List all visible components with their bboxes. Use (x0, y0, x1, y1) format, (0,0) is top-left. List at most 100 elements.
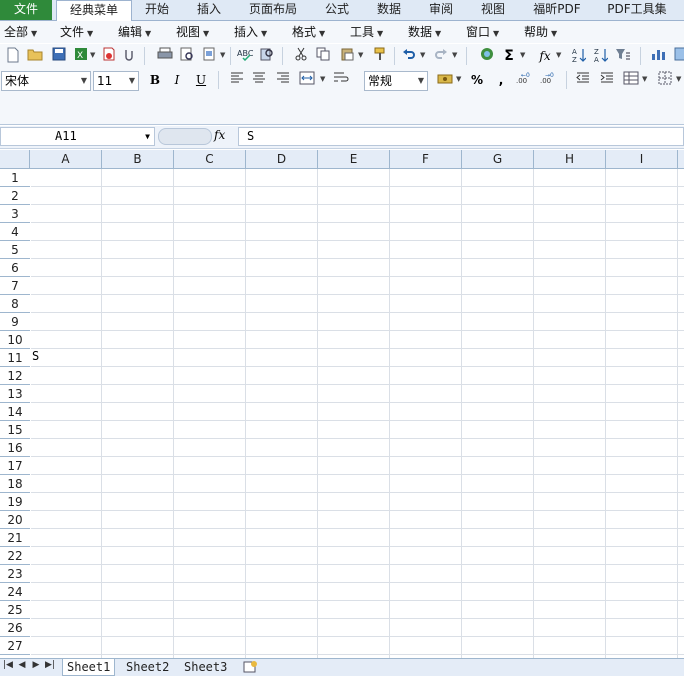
menu-format[interactable]: 格式 ▼ (292, 21, 325, 43)
row-header-9[interactable]: 9 (0, 313, 30, 331)
bold-button[interactable]: B (146, 71, 164, 89)
menu-data[interactable]: 数据 ▼ (408, 21, 441, 43)
row-header-21[interactable]: 21 (0, 529, 30, 547)
cell-styles-icon[interactable] (622, 71, 640, 89)
column-header-b[interactable]: B (102, 150, 174, 168)
row-header-14[interactable]: 14 (0, 403, 30, 421)
row-header-7[interactable]: 7 (0, 277, 30, 295)
row-header-1[interactable]: 1 (0, 169, 30, 187)
copy-icon[interactable] (314, 47, 332, 65)
column-header-i[interactable]: I (606, 150, 678, 168)
row-header-10[interactable]: 10 (0, 331, 30, 349)
tab-data[interactable]: 数据 (370, 0, 408, 20)
comma-button[interactable]: , (492, 71, 510, 89)
increase-indent-icon[interactable] (598, 71, 616, 89)
research-icon[interactable] (258, 47, 276, 65)
font-size-select[interactable]: 11 ▼ (93, 71, 139, 91)
print-preview-icon[interactable] (178, 47, 196, 65)
hyperlink-icon[interactable] (478, 47, 496, 65)
new-document-icon[interactable] (4, 47, 22, 65)
excel-export-icon[interactable]: X (72, 47, 90, 65)
currency-dropdown-icon[interactable]: ▼ (456, 75, 461, 83)
first-sheet-icon[interactable]: |◀ (2, 660, 14, 670)
row-header-6[interactable]: 6 (0, 259, 30, 277)
page-setup-dropdown-icon[interactable]: ▼ (220, 51, 225, 59)
tab-foxit-pdf[interactable]: 福昕PDF (526, 0, 588, 20)
drawing-icon[interactable] (672, 47, 684, 65)
row-header-18[interactable]: 18 (0, 475, 30, 493)
next-sheet-icon[interactable]: ▶ (30, 660, 42, 670)
print-icon[interactable] (156, 47, 174, 65)
menu-help[interactable]: 帮助 ▼ (524, 21, 557, 43)
row-header-20[interactable]: 20 (0, 511, 30, 529)
save-icon[interactable] (50, 47, 68, 65)
decrease-indent-icon[interactable] (574, 71, 592, 89)
currency-icon[interactable] (436, 71, 454, 89)
row-header-17[interactable]: 17 (0, 457, 30, 475)
function-dropdown-icon[interactable]: ▼ (556, 51, 561, 59)
prev-sheet-icon[interactable]: ◀ (16, 660, 28, 670)
row-header-25[interactable]: 25 (0, 601, 30, 619)
insert-function-icon[interactable]: fx (536, 47, 554, 65)
menu-view[interactable]: 视图 ▼ (176, 21, 209, 43)
column-header-h[interactable]: H (534, 150, 606, 168)
menu-window[interactable]: 窗口 ▼ (466, 21, 499, 43)
pdf-export-icon[interactable] (100, 47, 118, 65)
name-box[interactable]: A11 ▼ (0, 127, 155, 146)
format-painter-icon[interactable] (372, 47, 390, 65)
sheet-tab-sheet3[interactable]: Sheet3 (180, 659, 231, 675)
undo-icon[interactable] (400, 47, 418, 65)
font-name-select[interactable]: 宋体 ▼ (1, 71, 91, 91)
column-header-e[interactable]: E (318, 150, 390, 168)
underline-button[interactable]: U (192, 71, 210, 89)
tab-pdf-tools[interactable]: PDF工具集 (602, 0, 672, 20)
paste-icon[interactable] (338, 47, 356, 65)
column-header-c[interactable]: C (174, 150, 246, 168)
cell-styles-dropdown-icon[interactable]: ▼ (642, 75, 647, 83)
row-header-24[interactable]: 24 (0, 583, 30, 601)
row-header-13[interactable]: 13 (0, 385, 30, 403)
row-header-4[interactable]: 4 (0, 223, 30, 241)
sort-descending-icon[interactable]: ZA (592, 47, 610, 65)
row-header-2[interactable]: 2 (0, 187, 30, 205)
row-header-23[interactable]: 23 (0, 565, 30, 583)
column-header-g[interactable]: G (462, 150, 534, 168)
menu-insert[interactable]: 插入 ▼ (234, 21, 267, 43)
tab-page-layout[interactable]: 页面布局 (244, 0, 302, 20)
cut-icon[interactable] (292, 47, 310, 65)
undo-dropdown-icon[interactable]: ▼ (420, 51, 425, 59)
borders-dropdown-icon[interactable]: ▼ (676, 75, 681, 83)
autosum-dropdown-icon[interactable]: ▼ (520, 51, 525, 59)
last-sheet-icon[interactable]: ▶| (44, 660, 56, 670)
autosum-icon[interactable]: Σ (500, 47, 518, 65)
redo-icon[interactable] (432, 47, 450, 65)
row-header-22[interactable]: 22 (0, 547, 30, 565)
percent-button[interactable]: % (468, 71, 486, 89)
row-header-8[interactable]: 8 (0, 295, 30, 313)
spelling-icon[interactable]: ABC (236, 47, 254, 65)
wrap-text-icon[interactable] (332, 71, 350, 89)
export-dropdown-icon[interactable]: ▼ (90, 51, 95, 59)
row-header-26[interactable]: 26 (0, 619, 30, 637)
sheet-tab-sheet1[interactable]: Sheet1 (62, 659, 116, 676)
row-header-3[interactable]: 3 (0, 205, 30, 223)
row-header-19[interactable]: 19 (0, 493, 30, 511)
row-header-12[interactable]: 12 (0, 367, 30, 385)
align-left-icon[interactable] (228, 71, 246, 89)
menu-tools[interactable]: 工具 ▼ (350, 21, 383, 43)
tab-review[interactable]: 审阅 (422, 0, 460, 20)
menu-file[interactable]: 文件 ▼ (60, 21, 93, 43)
menu-edit[interactable]: 编辑 ▼ (118, 21, 151, 43)
sort-ascending-icon[interactable]: AZ (570, 47, 588, 65)
chart-wizard-icon[interactable] (650, 47, 668, 65)
number-format-select[interactable]: 常规 ▼ (364, 71, 428, 91)
formula-input[interactable]: S (238, 127, 684, 146)
decrease-decimal-icon[interactable]: .00 →0 (538, 71, 556, 89)
cell-a11[interactable]: S (32, 349, 39, 363)
row-header-15[interactable]: 15 (0, 421, 30, 439)
tab-insert[interactable]: 插入 (190, 0, 228, 20)
row-header-11[interactable]: 11 (0, 349, 30, 367)
tab-home[interactable]: 开始 (138, 0, 176, 20)
column-header-d[interactable]: D (246, 150, 318, 168)
row-header-27[interactable]: 27 (0, 637, 30, 655)
